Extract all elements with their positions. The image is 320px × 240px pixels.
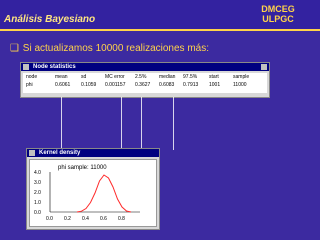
col-header: node <box>26 74 38 80</box>
table-cell: 0.001157 <box>105 82 126 88</box>
y-tick-label: 0.0 <box>34 210 41 216</box>
x-tick-label: 0.4 <box>82 216 89 222</box>
bullet-text: Si actualizamos 10000 realizaciones más: <box>22 43 209 54</box>
header-rule <box>0 29 320 31</box>
bullet-point: ❑ Si actualizamos 10000 realizaciones má… <box>10 43 209 54</box>
x-tick-label: 0.6 <box>100 216 107 222</box>
y-tick-labels: 4.0 3.0 2.0 1.0 0.0 <box>34 170 41 216</box>
pointer-line <box>61 97 62 150</box>
y-tick-label: 4.0 <box>34 170 41 176</box>
pointer-line <box>141 97 142 150</box>
node-statistics-title: Node statistics <box>33 64 76 70</box>
kernel-density-titlebar[interactable]: Kernel density <box>27 149 159 157</box>
x-tick-label: 0.8 <box>118 216 125 222</box>
table-cell: 0.7913 <box>183 82 199 88</box>
header-bar: Análisis Bayesiano DMCEG ULPGC <box>0 0 320 29</box>
table-cell: phi <box>26 82 33 88</box>
brand-logo-text: DMCEG ULPGC <box>243 4 313 24</box>
density-chart: phi sample: 11000 4.0 3.0 2.0 1.0 0.0 0.0 0.2… <box>34 165 140 222</box>
node-statistics-window[interactable]: Node statistics node mean sd MC error 2.… <box>20 62 270 98</box>
x-tick-label: 0.0 <box>46 216 53 222</box>
y-tick-label: 3.0 <box>34 180 41 186</box>
col-header: median <box>159 74 176 80</box>
y-tick-label: 1.0 <box>34 200 41 206</box>
col-header: 97.5% <box>183 74 198 80</box>
node-statistics-table: node mean sd MC error 2.5% median 97.5% … <box>23 73 267 93</box>
col-header: MC error <box>105 74 125 80</box>
window-menu-icon[interactable] <box>23 64 29 70</box>
plot-label: phi sample: 11000 <box>58 165 107 171</box>
x-tick-labels: 0.0 0.2 0.4 0.6 0.8 <box>46 216 125 222</box>
window-menu-icon[interactable] <box>29 150 35 156</box>
table-cell: 1001 <box>209 82 221 88</box>
table-cell: 0.1059 <box>81 82 97 88</box>
pointer-line <box>121 97 122 150</box>
pointer-line <box>173 97 174 150</box>
density-curve <box>76 174 132 213</box>
page-title: Análisis Bayesiano <box>4 14 96 25</box>
brand-line-2: ULPGC <box>262 14 294 24</box>
table-cell: 0.3627 <box>135 82 151 88</box>
kernel-density-window[interactable]: Kernel density phi sample: 11000 4.0 3.0 2… <box>26 148 160 230</box>
col-header: start <box>209 74 219 80</box>
node-statistics-titlebar[interactable]: Node statistics <box>21 63 269 71</box>
table-cell: 11000 <box>233 82 247 88</box>
col-header: sd <box>81 74 87 80</box>
kernel-density-title: Kernel density <box>39 150 81 156</box>
table-cell: 0.6061 <box>55 82 71 88</box>
close-icon[interactable] <box>261 64 267 70</box>
table-cell: 0.6083 <box>159 82 175 88</box>
brand-line-1: DMCEG <box>261 4 295 14</box>
kernel-density-plot: phi sample: 11000 4.0 3.0 2.0 1.0 0.0 0.0 0.2… <box>29 159 157 227</box>
col-header: mean <box>55 74 68 80</box>
bullet-icon: ❑ <box>10 43 19 54</box>
y-tick-label: 2.0 <box>34 190 41 196</box>
col-header: sample <box>233 74 250 80</box>
col-header: 2.5% <box>135 74 147 80</box>
x-tick-label: 0.2 <box>64 216 71 222</box>
